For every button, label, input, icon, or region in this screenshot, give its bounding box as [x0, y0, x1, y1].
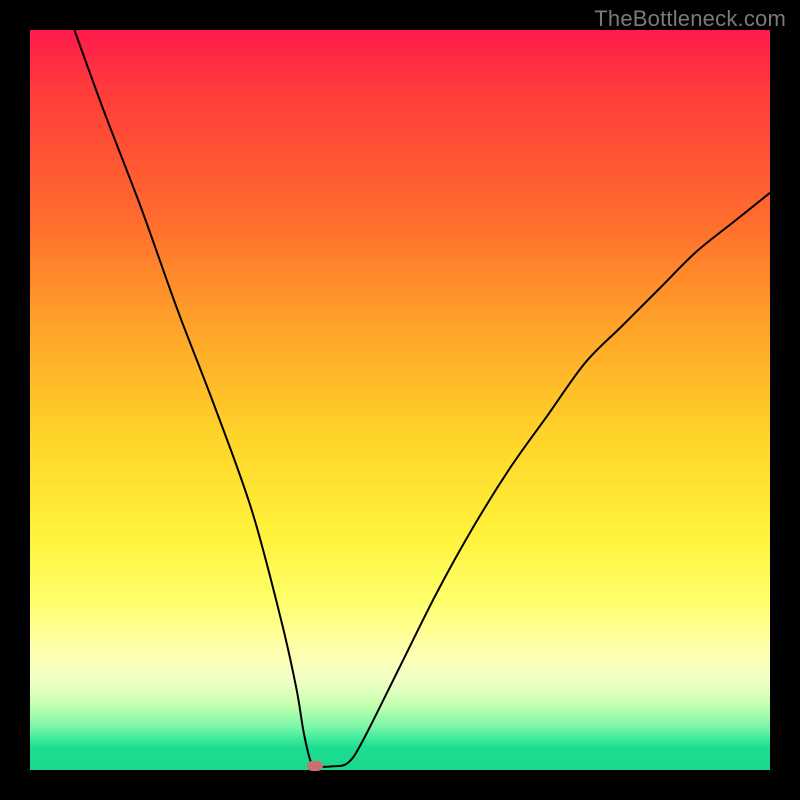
curve-path — [74, 30, 770, 767]
bottleneck-curve — [30, 30, 770, 770]
watermark-text: TheBottleneck.com — [594, 6, 786, 32]
chart-plot-area — [30, 30, 770, 770]
optimal-point-marker — [307, 761, 323, 771]
chart-frame: TheBottleneck.com — [0, 0, 800, 800]
